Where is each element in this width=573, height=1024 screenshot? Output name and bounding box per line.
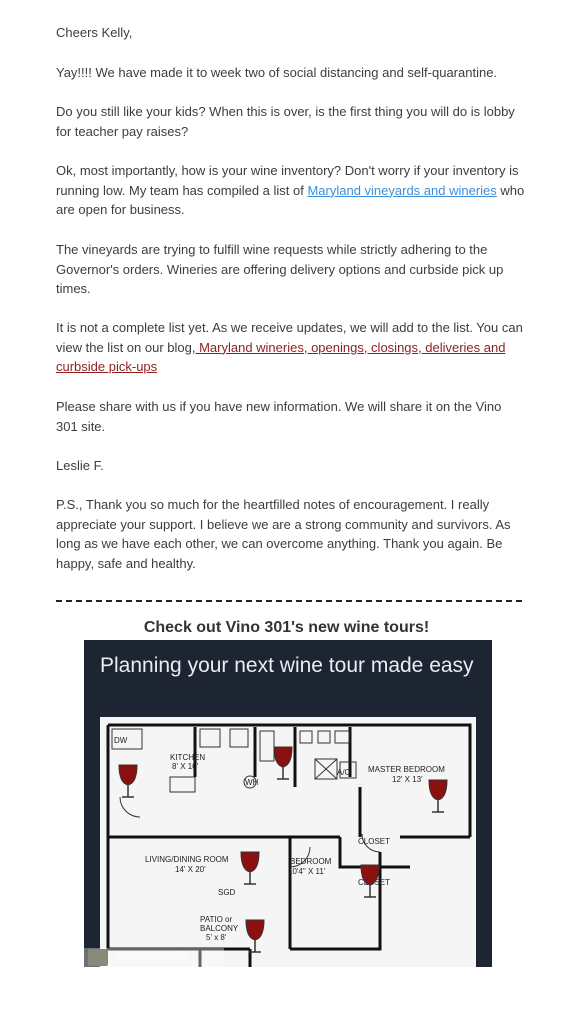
plan-sgd-label: SGD — [218, 888, 236, 897]
plan-patio-label: PATIO or — [200, 915, 232, 924]
plan-kitchen-size: 8' X 10' — [172, 762, 199, 771]
wine-glass-icon — [245, 919, 265, 953]
floor-plan: KITCHEN 8' X 10' MASTER BEDROOM 12' X 13… — [100, 717, 476, 967]
greeting: Cheers Kelly, — [56, 25, 133, 40]
plan-balcony-label: BALCONY — [200, 924, 239, 933]
plan-closet-1: CLOSET — [358, 837, 390, 846]
plan-patio-size: 5' x 8' — [206, 933, 227, 942]
watermark: cotebonneville — [84, 948, 224, 967]
paragraph-inventory: Ok, most importantly, how is your wine i… — [56, 161, 526, 220]
wine-glass-icon — [273, 746, 293, 780]
wine-tour-image[interactable]: Planning your next wine tour made easy K… — [84, 640, 492, 967]
tour-heading: Check out Vino 301's new wine tours! — [143, 619, 430, 636]
paragraph-ps: P.S., Thank you so much for the heartfil… — [56, 497, 511, 571]
plan-ac-label: A/C — [337, 768, 351, 777]
paragraph-kids: Do you still like your kids? When this i… — [56, 104, 515, 139]
plan-living-label: LIVING/DINING ROOM — [145, 855, 229, 864]
dashed-divider — [56, 600, 522, 602]
wine-glass-icon — [240, 851, 260, 885]
paragraph-vineyards: The vineyards are trying to fulfill wine… — [56, 242, 504, 297]
plan-kitchen-label: KITCHEN — [170, 753, 205, 762]
plan-bedroom-size: 10'4" X 11' — [288, 867, 326, 876]
plan-bedroom-label: BEDROOM — [290, 857, 332, 866]
watermark-text: cotebonneville — [117, 950, 188, 962]
floor-plan-svg: KITCHEN 8' X 10' MASTER BEDROOM 12' X 13… — [106, 723, 472, 967]
signature: Leslie F. — [56, 458, 104, 473]
plan-wh-label: WH — [245, 778, 259, 787]
avatar — [88, 949, 108, 966]
paragraph-share: Please share with us if you have new inf… — [56, 399, 502, 434]
plan-master-label: MASTER BEDROOM — [368, 765, 445, 774]
wine-glass-icon — [118, 764, 138, 798]
image-title: Planning your next wine tour made easy — [100, 654, 474, 677]
plan-master-size: 12' X 13' — [392, 775, 423, 784]
wine-glass-icon — [428, 779, 448, 813]
paragraph-list: It is not a complete list yet. As we rec… — [56, 318, 526, 377]
paragraph-intro: Yay!!!! We have made it to week two of s… — [56, 65, 498, 80]
vineyards-link[interactable]: Maryland vineyards and wineries — [307, 183, 496, 198]
plan-dw-label: DW — [114, 736, 128, 745]
plan-living-size: 14' X 20' — [175, 865, 206, 874]
